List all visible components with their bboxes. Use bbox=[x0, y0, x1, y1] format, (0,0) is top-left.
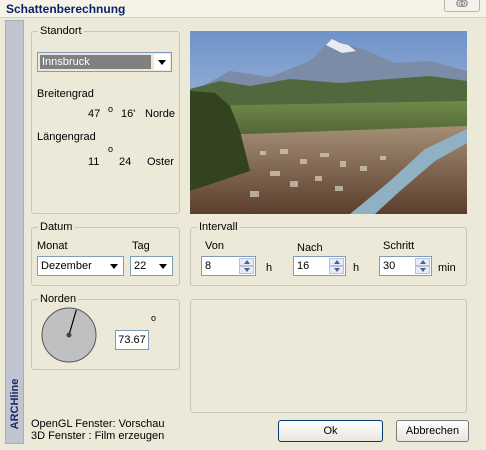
chevron-down-icon bbox=[154, 54, 170, 70]
close-icon: ↂ bbox=[455, 0, 469, 10]
breitengrad-minutes: 16' bbox=[121, 108, 136, 120]
ok-button-label: Ok bbox=[323, 425, 338, 437]
spin-down-icon[interactable] bbox=[239, 266, 254, 274]
window-title: Schattenberechnung bbox=[6, 2, 126, 16]
laengengrad-direction: Oster bbox=[147, 156, 174, 168]
spin-up-icon[interactable] bbox=[415, 258, 430, 266]
dialog-window: Schattenberechnung ↂ ARCHline Standort I… bbox=[0, 0, 486, 450]
intervall-legend: Intervall bbox=[197, 221, 240, 233]
brand-label: ARCHline bbox=[9, 378, 21, 430]
compass-pivot bbox=[66, 332, 72, 338]
nach-value: 16 bbox=[297, 260, 310, 272]
schritt-stepper[interactable]: 30 bbox=[379, 256, 432, 276]
day-select-value: 22 bbox=[134, 260, 147, 272]
schritt-unit: min bbox=[438, 262, 456, 274]
title-bar: Schattenberechnung ↂ bbox=[0, 0, 486, 18]
schritt-value: 30 bbox=[383, 260, 396, 272]
brand-sidebar: ARCHline bbox=[5, 20, 24, 444]
preview-panel bbox=[190, 299, 467, 413]
laengengrad-degree-symbol: o bbox=[108, 144, 114, 154]
nach-unit: h bbox=[353, 262, 360, 274]
nach-stepper[interactable]: 16 bbox=[293, 256, 346, 276]
compass-dial[interactable] bbox=[40, 306, 98, 364]
location-photo bbox=[190, 31, 467, 214]
tag-label: Tag bbox=[132, 240, 150, 252]
schritt-label: Schritt bbox=[383, 240, 415, 252]
monat-label: Monat bbox=[37, 240, 68, 252]
spin-down-icon[interactable] bbox=[415, 266, 430, 274]
von-label: Von bbox=[205, 240, 224, 252]
month-select[interactable]: Dezember bbox=[37, 256, 124, 276]
von-unit: h bbox=[266, 262, 273, 274]
breitengrad-label: Breitengrad bbox=[37, 88, 94, 100]
norden-legend: Norden bbox=[38, 293, 79, 305]
nach-label: Nach bbox=[297, 242, 323, 254]
von-value: 8 bbox=[205, 260, 212, 272]
cancel-button-label: Abbrechen bbox=[405, 425, 460, 437]
close-button[interactable]: ↂ bbox=[444, 0, 480, 12]
city-select-value: Innsbruck bbox=[40, 55, 151, 69]
day-select[interactable]: 22 bbox=[130, 256, 173, 276]
opengl-note: OpenGL Fenster: Vorschau bbox=[31, 418, 165, 430]
laengengrad-minutes: 24 bbox=[119, 156, 132, 168]
city-panorama-image bbox=[190, 31, 467, 214]
norden-angle-input[interactable]: 73.67 bbox=[115, 330, 149, 350]
laengengrad-degrees: 11 bbox=[88, 156, 100, 168]
datum-legend: Datum bbox=[38, 221, 75, 233]
von-stepper[interactable]: 8 bbox=[201, 256, 256, 276]
spin-up-icon[interactable] bbox=[239, 258, 254, 266]
month-select-value: Dezember bbox=[41, 260, 92, 272]
breitengrad-degree-symbol: o bbox=[108, 104, 114, 114]
norden-degree-symbol: o bbox=[151, 313, 157, 323]
laengengrad-label: Längengrad bbox=[37, 131, 96, 143]
breitengrad-degrees: 47 bbox=[88, 108, 101, 120]
standort-legend: Standort bbox=[38, 25, 84, 37]
cancel-button[interactable]: Abbrechen bbox=[396, 420, 469, 442]
spin-up-icon[interactable] bbox=[329, 258, 344, 266]
chevron-down-icon bbox=[106, 258, 122, 274]
3d-window-note: 3D Fenster : Film erzeugen bbox=[31, 430, 165, 442]
city-select[interactable]: Innsbruck bbox=[37, 52, 172, 72]
ok-button[interactable]: Ok bbox=[278, 420, 383, 442]
spin-down-icon[interactable] bbox=[329, 266, 344, 274]
breitengrad-direction: Norde bbox=[145, 108, 175, 120]
norden-angle-value: 73.67 bbox=[118, 334, 146, 346]
chevron-down-icon bbox=[155, 258, 171, 274]
